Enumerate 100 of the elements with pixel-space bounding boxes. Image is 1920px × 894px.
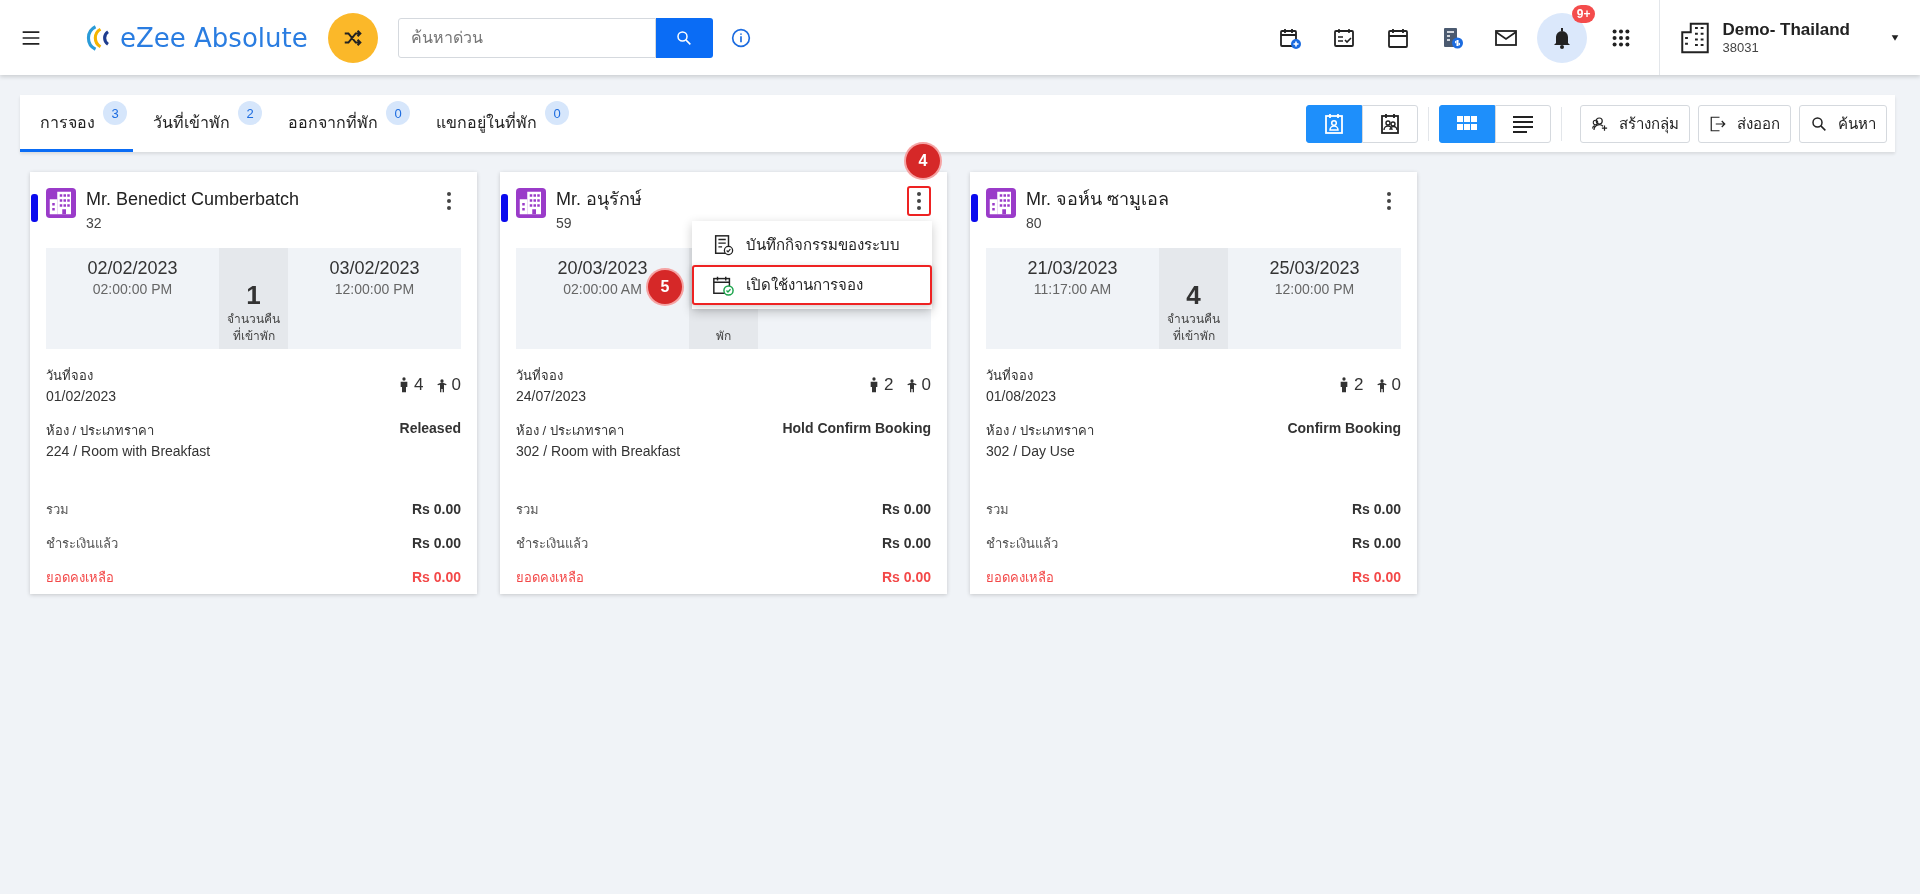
add-group-icon (1591, 114, 1609, 133)
count-badge: 0 (386, 101, 410, 125)
export-button[interactable]: ส่งออก (1698, 104, 1791, 143)
booking-status: Hold Confirm Booking (782, 420, 931, 436)
add-group-button[interactable]: สร้างกลุ่ม (1580, 104, 1690, 143)
paid-label: ชำระเงินแล้ว (516, 534, 588, 553)
field-label: วันที่จอง (516, 366, 564, 385)
search-field[interactable]: ค้นหาด่วน (397, 17, 656, 58)
property-code: 38031 (1722, 40, 1760, 55)
room-value: 224 / Room with Breakfast (46, 443, 211, 459)
balance-label: ยอดคงเหลือ (986, 568, 1054, 587)
room-value: 302 / Room with Breakfast (516, 443, 681, 459)
hotel-icon (46, 188, 76, 218)
more-icon (917, 192, 921, 210)
info-icon[interactable] (730, 27, 751, 48)
calendar-people-button[interactable] (1362, 104, 1418, 143)
tab[interactable]: การจอง 3 (20, 95, 133, 152)
count-badge: 3 (103, 101, 127, 125)
count-badge: 0 (545, 101, 569, 125)
export-icon (1709, 114, 1727, 133)
paid-label: ชำระเงินแล้ว (986, 534, 1058, 553)
search-icon (675, 28, 694, 47)
guest-name[interactable]: Mr. Benedict Cumberbatch (86, 188, 300, 210)
check-out-date: 25/03/2023 (1269, 258, 1360, 279)
check-in-time: 02:00:00 PM (92, 281, 173, 297)
check-out-time: 12:00:00 PM (1274, 281, 1355, 297)
total-amount: Rs 0.00 (1351, 501, 1401, 517)
nights-label: จำนวนคืนที่เข้าพัก (226, 311, 281, 345)
booking-number: 32 (86, 214, 103, 233)
check-out-date: 03/02/2023 (329, 258, 420, 279)
adult-count: 4 (414, 375, 424, 395)
paid-amount: Rs 0.00 (1351, 535, 1401, 551)
total-label: รวม (986, 500, 1009, 519)
paid-amount: Rs 0.00 (411, 535, 461, 551)
calendar-people-icon (1378, 111, 1402, 136)
field-label: วันที่จอง (986, 366, 1034, 385)
field-label: ห้อง / ประเภทราคา (516, 422, 625, 440)
check-in-date: 02/02/2023 (87, 258, 178, 279)
more-icon (1387, 192, 1391, 210)
status-bar (31, 194, 38, 222)
nights-count: 1 (246, 280, 261, 311)
activity-log-icon (712, 234, 734, 256)
booking-status: Confirm Booking (1287, 420, 1401, 436)
booking-number: 59 (556, 214, 573, 233)
total-amount: Rs 0.00 (411, 501, 461, 517)
nights-label: พัก (716, 328, 731, 345)
check-in-time: 11:17:00 AM (1033, 281, 1112, 297)
notification-badge: 9+ (1571, 4, 1596, 23)
total-amount: Rs 0.00 (881, 501, 931, 517)
child-count: 0 (451, 375, 461, 395)
nights-count: 4 (1186, 280, 1201, 311)
booking-date: 01/08/2023 (986, 388, 1057, 404)
check-in-date: 20/03/2023 (557, 258, 648, 279)
check-out-time: 12:00:00 PM (334, 281, 415, 297)
status-bar (501, 194, 508, 222)
balance-amount: Rs 0.00 (1351, 569, 1401, 585)
menu-item[interactable]: เปิดใช้งานการจอง (692, 265, 932, 305)
calendar-check-icon (712, 274, 734, 296)
adult-count: 2 (884, 375, 894, 395)
step-marker: 4 (906, 144, 940, 178)
child-count: 0 (1391, 375, 1401, 395)
calendar-person-icon (1322, 111, 1346, 136)
more-icon (447, 192, 451, 210)
child-count: 0 (921, 375, 931, 395)
search-button[interactable]: ค้นหา (1799, 104, 1887, 143)
status-bar (971, 194, 978, 222)
balance-amount: Rs 0.00 (881, 569, 931, 585)
hotel-icon (986, 188, 1016, 218)
menu-item[interactable]: บันทึกกิจกรรมของระบบ (692, 225, 932, 265)
property-name[interactable]: Demo- Thailand (1722, 20, 1850, 40)
balance-label: ยอดคงเหลือ (46, 568, 114, 587)
more-button[interactable] (907, 186, 931, 216)
guest-name[interactable]: Mr. จอห์น ซามูเอล (1026, 188, 1169, 210)
check-in-time: 02:00:00 AM (563, 281, 642, 297)
count-badge: 2 (238, 101, 262, 125)
booking-status: Released (399, 420, 461, 436)
balance-amount: Rs 0.00 (411, 569, 461, 585)
field-label: ห้อง / ประเภทราคา (46, 422, 155, 440)
list-view-button[interactable] (1495, 104, 1551, 143)
step-marker: 5 (648, 270, 682, 304)
field-label: วันที่จอง (46, 366, 94, 385)
booking-date: 24/07/2023 (516, 388, 587, 404)
tab[interactable]: ออกจากที่พัก 0 (268, 95, 416, 152)
tab[interactable]: แขกอยู่ในที่พัก 0 (416, 95, 575, 152)
room-value: 302 / Day Use (986, 443, 1076, 459)
adult-count: 2 (1354, 375, 1364, 395)
logo-text: eZee Absolute (120, 22, 308, 53)
search-button[interactable] (655, 17, 713, 58)
hotel-icon (516, 188, 546, 218)
paid-label: ชำระเงินแล้ว (46, 534, 118, 553)
tab[interactable]: วันที่เข้าพัก 2 (133, 95, 268, 152)
booking-number: 80 (1026, 214, 1043, 233)
check-in-date: 21/03/2023 (1027, 258, 1118, 279)
guest-name[interactable]: Mr. อนุรักษ์ (556, 188, 642, 210)
search-icon (1810, 114, 1828, 133)
paid-amount: Rs 0.00 (881, 535, 931, 551)
nights-label: จำนวนคืนที่เข้าพัก (1166, 311, 1221, 345)
booking-date: 01/02/2023 (46, 388, 117, 404)
total-label: รวม (46, 500, 69, 519)
field-label: ห้อง / ประเภทราคา (986, 422, 1094, 440)
